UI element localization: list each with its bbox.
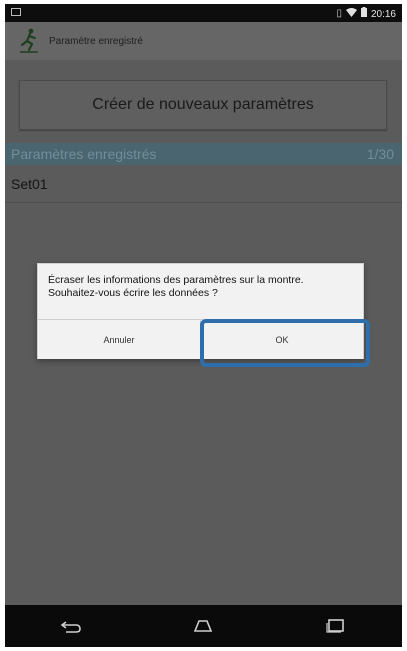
page-title: Paramètre enregistré [49, 35, 143, 47]
list-item[interactable]: Set01 [5, 165, 402, 203]
saved-settings-header: Paramètres enregistrés 1/30 [5, 143, 402, 165]
cancel-button[interactable]: Annuler [38, 320, 200, 359]
ok-button-highlight [200, 319, 370, 367]
dialog-message: Écraser les informations des paramètres … [48, 274, 358, 300]
sim-icon: ▯ [336, 8, 342, 19]
recents-icon[interactable] [316, 611, 356, 641]
dialog-message-line2: Souhaitez-vous écrire les données ? [48, 287, 218, 299]
status-icons: ▯ 20:16 [336, 7, 396, 21]
wifi-icon [345, 7, 357, 21]
back-icon[interactable] [51, 611, 91, 641]
section-title: Paramètres enregistrés [11, 146, 157, 162]
dialog-message-line1: Écraser les informations des paramètres … [48, 274, 304, 286]
create-new-settings-button[interactable]: Créer de nouveaux paramètres [19, 80, 387, 130]
section-count: 1/30 [366, 146, 394, 162]
home-icon[interactable] [183, 611, 223, 641]
status-time: 20:16 [370, 8, 396, 20]
action-bar: Paramètre enregistré [5, 22, 402, 60]
battery-icon [360, 7, 367, 21]
status-bar: ▯ 20:16 [5, 4, 402, 22]
notification-icon [11, 8, 21, 16]
runner-logo-icon [13, 25, 45, 57]
navigation-bar [5, 605, 402, 647]
